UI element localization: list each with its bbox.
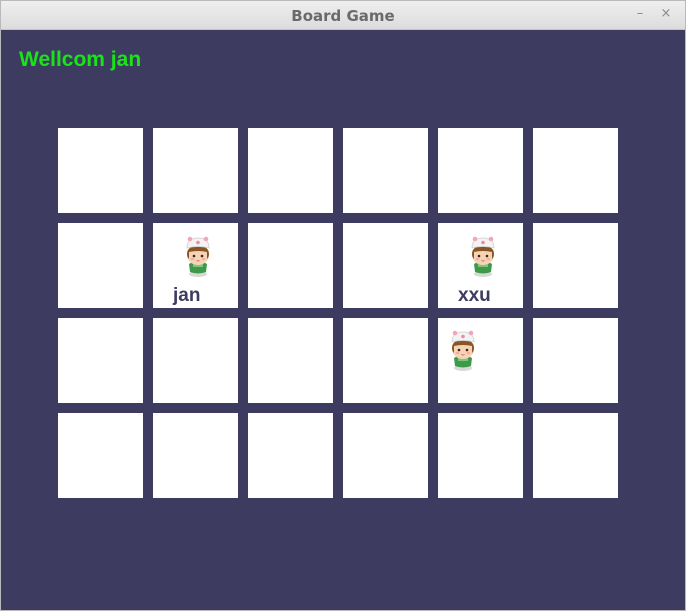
- player-name-label: jan: [173, 285, 201, 306]
- board-cell[interactable]: [58, 318, 143, 403]
- game-board: jan xxu: [58, 128, 620, 500]
- board-cell[interactable]: [248, 128, 333, 213]
- board-cell[interactable]: [58, 413, 143, 498]
- board-cell[interactable]: [58, 223, 143, 308]
- board-cell[interactable]: [438, 318, 523, 403]
- board-cell[interactable]: [343, 128, 428, 213]
- player-avatar-icon: [444, 328, 482, 372]
- player-avatar-icon: [179, 234, 217, 278]
- board-cell[interactable]: [343, 413, 428, 498]
- board-cell[interactable]: [153, 318, 238, 403]
- player-name-label: xxu: [458, 285, 491, 306]
- board-cell[interactable]: [153, 128, 238, 213]
- board-cell[interactable]: [58, 128, 143, 213]
- board-cell[interactable]: [533, 318, 618, 403]
- welcome-label: Wellcom jan: [19, 48, 142, 71]
- board-cell[interactable]: [438, 128, 523, 213]
- board-cell[interactable]: [343, 223, 428, 308]
- window-title: Board Game: [291, 7, 395, 25]
- game-panel: Wellcom jan jan xxu: [1, 30, 685, 610]
- board-cell[interactable]: jan: [153, 223, 238, 308]
- board-cell[interactable]: [533, 128, 618, 213]
- board-cell[interactable]: [438, 413, 523, 498]
- player-avatar-icon: [464, 234, 502, 278]
- board-cell[interactable]: [153, 413, 238, 498]
- board-cell[interactable]: [343, 318, 428, 403]
- close-button[interactable]: ×: [658, 6, 674, 22]
- minimize-button[interactable]: –: [632, 6, 648, 22]
- board-cell[interactable]: [533, 223, 618, 308]
- title-bar[interactable]: Board Game – ×: [1, 1, 685, 30]
- board-cell[interactable]: [248, 413, 333, 498]
- app-window: Board Game – × Wellcom jan jan xxu: [0, 0, 686, 611]
- board-cell[interactable]: [248, 223, 333, 308]
- board-cell[interactable]: [248, 318, 333, 403]
- board-cell[interactable]: xxu: [438, 223, 523, 308]
- board-cell[interactable]: [533, 413, 618, 498]
